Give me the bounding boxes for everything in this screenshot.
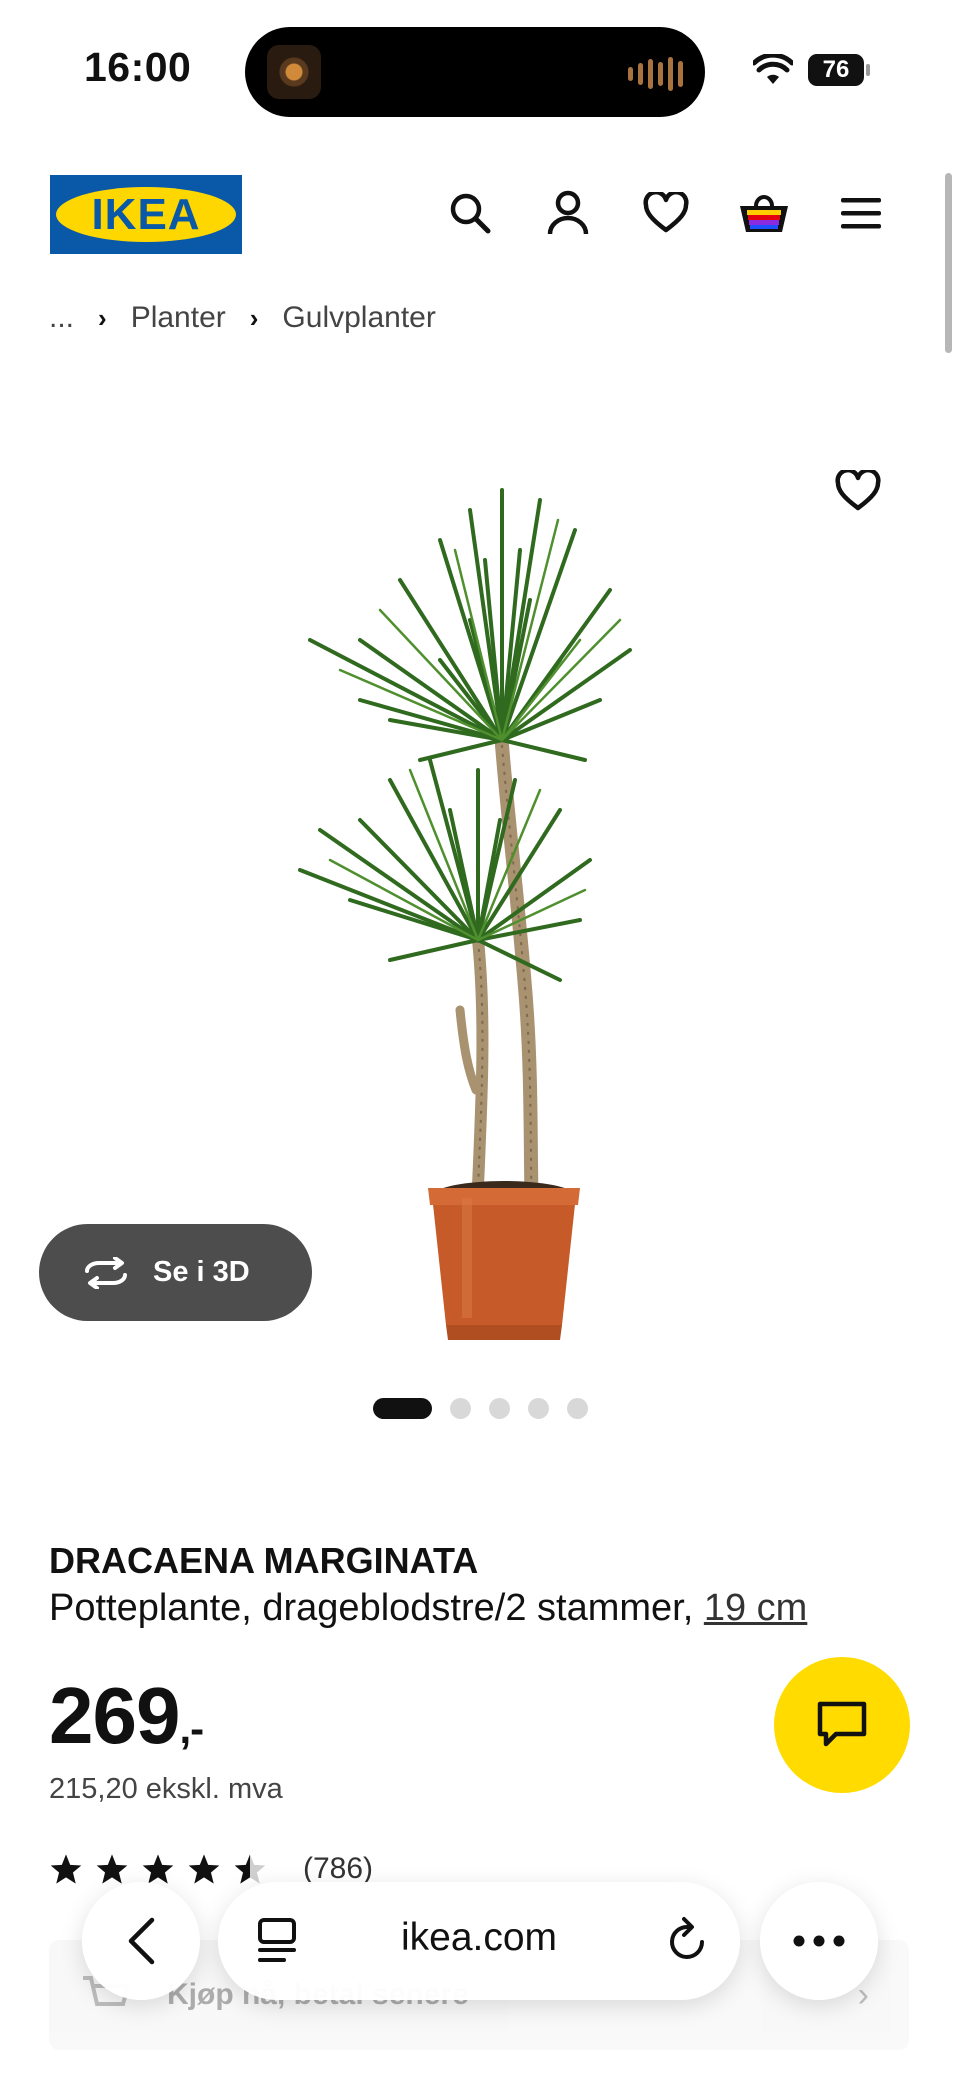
account-icon — [547, 190, 589, 235]
chat-button[interactable] — [774, 1657, 910, 1793]
star-icon — [96, 1854, 128, 1884]
ikea-logo[interactable]: IKEA — [50, 175, 242, 254]
product-description: Potteplante, drageblodstre/2 stammer, 19… — [49, 1587, 807, 1630]
image-dot-4[interactable] — [528, 1398, 549, 1419]
save-favourite-button[interactable] — [835, 468, 887, 522]
image-dot-5[interactable] — [567, 1398, 588, 1419]
image-dot-2[interactable] — [450, 1398, 471, 1419]
reload-icon[interactable] — [666, 1916, 710, 1964]
dynamic-island — [245, 27, 705, 117]
breadcrumb-item-gulvplanter[interactable]: Gulvplanter — [282, 301, 435, 335]
url-domain: ikea.com — [400, 1916, 558, 1959]
heart-icon — [643, 192, 689, 233]
rotate-3d-icon — [85, 1256, 127, 1289]
menu-button[interactable] — [835, 187, 887, 239]
price-excluding-vat: 215,20 ekskl. mva — [49, 1773, 283, 1805]
battery-indicator: 76 — [808, 54, 870, 86]
price-suffix: ,- — [179, 1705, 204, 1752]
star-icon — [142, 1854, 174, 1884]
search-icon — [450, 193, 491, 234]
size-link[interactable]: 19 cm — [704, 1587, 807, 1629]
heart-icon — [835, 468, 881, 511]
status-time: 16:00 — [84, 44, 192, 90]
search-button[interactable] — [444, 187, 496, 239]
rating[interactable]: (786) — [49, 1852, 373, 1886]
basket-icon — [740, 195, 788, 232]
audio-waveform-icon — [628, 57, 683, 91]
product-price: 269,- — [49, 1670, 204, 1762]
chevron-right-icon: › — [98, 302, 107, 333]
account-button[interactable] — [542, 187, 594, 239]
back-icon — [128, 1917, 155, 1965]
review-count[interactable]: (786) — [303, 1852, 373, 1886]
browser-more-button[interactable] — [760, 1882, 878, 2000]
page-scrollbar[interactable] — [945, 173, 952, 353]
chevron-right-icon: › — [249, 302, 259, 333]
breadcrumb-item-planter[interactable]: Planter — [131, 301, 226, 335]
chat-icon — [817, 1701, 867, 1747]
image-dot-1[interactable] — [373, 1398, 432, 1419]
image-pagination — [373, 1398, 588, 1419]
breadcrumb-ellipsis[interactable]: ... — [49, 301, 74, 335]
logo-text: IKEA — [91, 190, 201, 239]
image-dot-3[interactable] — [489, 1398, 510, 1419]
more-icon — [793, 1935, 845, 1947]
view-in-3d-label: Se i 3D — [153, 1256, 250, 1288]
address-bar[interactable]: ikea.com — [218, 1882, 740, 2000]
now-playing-artwork — [267, 45, 321, 99]
product-name: DRACAENA MARGINATA — [49, 1540, 479, 1581]
star-icon — [50, 1854, 82, 1884]
half-star-icon — [234, 1854, 266, 1884]
browser-back-button[interactable] — [82, 1882, 200, 2000]
view-in-3d-button[interactable]: Se i 3D — [39, 1224, 312, 1321]
price-main: 269 — [49, 1671, 180, 1760]
menu-icon — [841, 198, 881, 229]
favourites-button[interactable] — [640, 187, 692, 239]
product-image[interactable] — [240, 400, 760, 1360]
wifi-icon — [753, 54, 793, 84]
star-icon — [188, 1854, 220, 1884]
product-description-text: Potteplante, drageblodstre/2 stammer, — [49, 1587, 694, 1629]
breadcrumb: ... › Planter › Gulvplanter — [49, 301, 436, 335]
basket-button[interactable] — [738, 187, 790, 239]
